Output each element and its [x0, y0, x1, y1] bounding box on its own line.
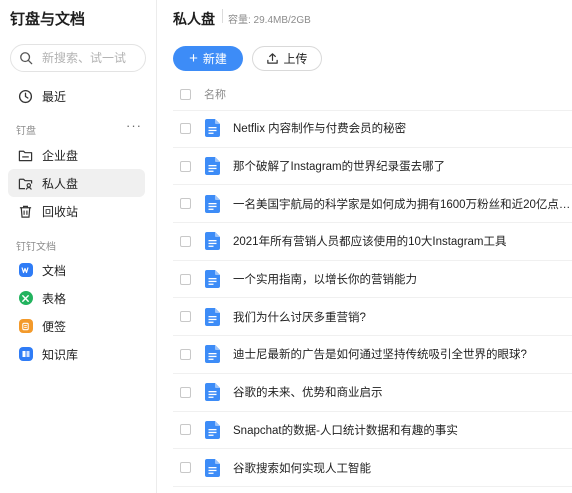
row-checkbox[interactable]: [180, 198, 191, 210]
row-checkbox[interactable]: [180, 462, 191, 474]
document-icon: [205, 383, 220, 402]
table-row[interactable]: Netflix 内容制作与付费会员的秘密: [173, 110, 572, 148]
column-header-name: 名称: [204, 89, 226, 101]
knowledge-app-icon: [18, 347, 33, 361]
file-name: 一个实用指南，以增长你的营销能力: [233, 274, 417, 287]
trash-icon: [18, 204, 33, 219]
search-box[interactable]: [10, 44, 146, 72]
document-icon: [205, 119, 220, 138]
main-panel: 私人盘 容量: 29.4MB/2GB + 新建 上传 名称 Netflix 内容…: [158, 0, 572, 493]
file-name: 迪士尼最新的广告是如何通过坚持传统吸引全世界的眼球?: [233, 349, 527, 362]
document-icon: [205, 270, 220, 289]
table-row[interactable]: 迪士尼最新的广告是如何通过坚持传统吸引全世界的眼球?: [173, 336, 572, 374]
section-title-docs: 钉钉文档: [16, 242, 56, 253]
folder-user-icon: [18, 176, 33, 191]
file-name: Netflix 内容制作与付费会员的秘密: [233, 123, 407, 136]
table-row[interactable]: 2021年所有营销人员都应该使用的10大Instagram工具: [173, 223, 572, 261]
sheet-app-icon: [18, 291, 33, 305]
page-title: 私人盘: [173, 11, 215, 27]
document-icon: [205, 194, 220, 213]
file-name: 谷歌的未来、优势和商业启示: [233, 387, 383, 400]
document-icon: [205, 232, 220, 251]
sidebar: 钉盘与文档 最近 钉盘 ··· 企业盘 私人盘 回收站 钉钉文档: [0, 0, 157, 493]
row-checkbox[interactable]: [180, 235, 191, 247]
document-icon: [205, 420, 220, 439]
select-all-checkbox[interactable]: [180, 88, 191, 100]
clock-icon: [18, 89, 33, 104]
upload-icon: [267, 53, 279, 64]
row-checkbox[interactable]: [180, 273, 191, 285]
section-title-dingpan: 钉盘: [16, 126, 36, 137]
table-row[interactable]: 谷歌搜索如何实现人工智能: [173, 449, 572, 487]
table-row[interactable]: Snapchat的数据-人口统计数据和有趣的事实: [173, 412, 572, 450]
plus-icon: +: [189, 50, 198, 67]
sidebar-item-label: 回收站: [42, 204, 79, 219]
sidebar-item-label: 表格: [42, 291, 67, 306]
file-name: 谷歌搜索如何实现人工智能: [233, 462, 371, 475]
document-icon: [205, 458, 220, 477]
sidebar-item-notes[interactable]: 便签: [8, 312, 145, 340]
file-name: 一名美国宇航局的科学家是如何成为拥有1600万粉丝和近20亿点击…: [233, 198, 572, 211]
file-name: Snapchat的数据-人口统计数据和有趣的事实: [233, 424, 458, 437]
sidebar-item-label: 最近: [42, 89, 67, 104]
table-row[interactable]: 一个实用指南，以增长你的营销能力: [173, 261, 572, 299]
new-button-label: 新建: [202, 52, 227, 66]
sidebar-item-recent[interactable]: 最近: [8, 82, 145, 110]
document-icon: [205, 157, 220, 176]
file-list: Netflix 内容制作与付费会员的秘密 那个破解了Instagram的世界纪录…: [173, 110, 572, 487]
table-header: 名称: [173, 78, 572, 111]
sidebar-item-recycle-bin[interactable]: 回收站: [8, 197, 145, 225]
document-icon: [205, 345, 220, 364]
table-row[interactable]: 我们为什么讨厌多重营销?: [173, 298, 572, 337]
note-app-icon: [18, 319, 33, 333]
sidebar-item-label: 文档: [42, 263, 67, 278]
storage-capacity: 容量: 29.4MB/2GB: [228, 15, 311, 26]
file-name: 我们为什么讨厌多重营销?: [233, 311, 366, 324]
sidebar-item-sheets[interactable]: 表格: [8, 284, 145, 312]
file-name: 那个破解了Instagram的世界纪录蛋去哪了: [233, 161, 446, 174]
title-divider: [222, 9, 223, 23]
row-checkbox[interactable]: [180, 311, 191, 323]
search-icon: [20, 52, 33, 65]
row-checkbox[interactable]: [180, 424, 191, 436]
table-row[interactable]: 一名美国宇航局的科学家是如何成为拥有1600万粉丝和近20亿点击…: [173, 185, 572, 224]
sidebar-item-label: 知识库: [42, 347, 79, 362]
sidebar-item-docs[interactable]: 文档: [8, 256, 145, 284]
sidebar-item-label: 私人盘: [42, 176, 79, 191]
sidebar-item-private-drive[interactable]: 私人盘: [8, 169, 145, 197]
sidebar-item-label: 企业盘: [42, 148, 79, 163]
upload-button[interactable]: 上传: [252, 46, 322, 71]
table-row[interactable]: 谷歌的未来、优势和商业启示: [173, 374, 572, 412]
upload-button-label: 上传: [283, 52, 308, 66]
row-checkbox[interactable]: [180, 386, 191, 398]
new-button[interactable]: + 新建: [173, 46, 243, 71]
row-checkbox[interactable]: [180, 160, 191, 172]
search-input[interactable]: [40, 50, 144, 66]
sidebar-item-label: 便签: [42, 319, 67, 334]
file-name: 2021年所有营销人员都应该使用的10大Instagram工具: [233, 236, 507, 249]
document-icon: [205, 307, 220, 326]
row-checkbox[interactable]: [180, 122, 191, 134]
folder-icon: [18, 148, 33, 163]
doc-app-icon: [18, 263, 33, 277]
app-title: 钉盘与文档: [10, 11, 86, 28]
row-checkbox[interactable]: [180, 348, 191, 360]
table-row[interactable]: 那个破解了Instagram的世界纪录蛋去哪了: [173, 148, 572, 186]
sidebar-item-enterprise-drive[interactable]: 企业盘: [8, 141, 145, 169]
sidebar-item-knowledge-base[interactable]: 知识库: [8, 340, 145, 368]
more-options-icon[interactable]: ···: [126, 118, 142, 133]
